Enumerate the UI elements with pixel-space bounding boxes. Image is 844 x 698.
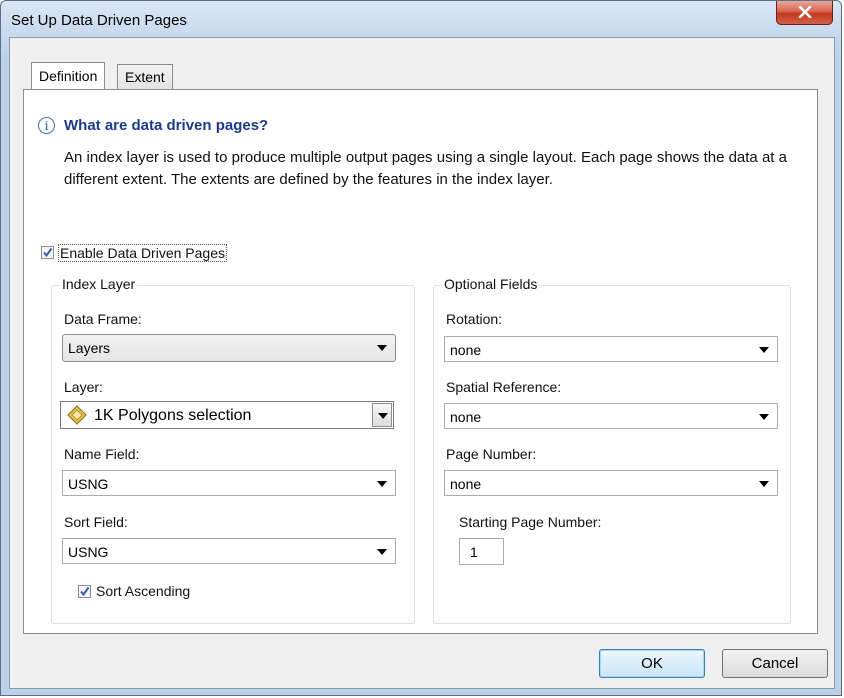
close-icon bbox=[798, 6, 812, 18]
window-title: Set Up Data Driven Pages bbox=[11, 12, 187, 29]
chevron-down-icon bbox=[378, 413, 388, 419]
page-number-label: Page Number: bbox=[446, 446, 537, 462]
enable-ddp-checkbox[interactable] bbox=[41, 246, 54, 259]
index-layer-group-label: Index Layer bbox=[60, 276, 138, 292]
tab-extent[interactable]: Extent bbox=[117, 64, 173, 89]
starting-page-number-input[interactable]: 1 bbox=[459, 538, 504, 565]
layer-select[interactable]: 1K Polygons selection bbox=[60, 401, 394, 429]
spatial-reference-label: Spatial Reference: bbox=[446, 379, 562, 395]
info-icon: i bbox=[38, 117, 55, 134]
chevron-down-icon bbox=[377, 345, 387, 351]
spatial-reference-select[interactable]: none bbox=[444, 403, 778, 429]
page-number-value: none bbox=[450, 476, 482, 492]
data-frame-select[interactable]: Layers bbox=[62, 334, 396, 362]
chevron-down-icon bbox=[759, 414, 769, 420]
sort-field-label: Sort Field: bbox=[64, 514, 128, 530]
name-field-label: Name Field: bbox=[64, 446, 140, 462]
title-bar[interactable]: Set Up Data Driven Pages bbox=[1, 1, 841, 37]
layer-value: 1K Polygons selection bbox=[94, 407, 252, 424]
info-title: What are data driven pages? bbox=[64, 117, 269, 134]
spatial-reference-value: none bbox=[450, 409, 482, 425]
rotation-value: none bbox=[450, 342, 482, 358]
enable-ddp-label[interactable]: Enable Data Driven Pages bbox=[58, 244, 227, 262]
checkmark-icon bbox=[43, 247, 53, 258]
chevron-down-icon bbox=[377, 481, 387, 487]
sort-field-value: USNG bbox=[68, 544, 109, 560]
optional-fields-group-label: Optional Fields bbox=[442, 276, 540, 292]
name-field-select[interactable]: USNG bbox=[62, 470, 396, 496]
cancel-button[interactable]: Cancel bbox=[722, 649, 828, 678]
starting-page-number-value: 1 bbox=[470, 544, 478, 560]
rotation-label: Rotation: bbox=[446, 311, 503, 327]
polygon-layer-icon bbox=[67, 405, 87, 425]
tab-definition[interactable]: Definition bbox=[31, 62, 106, 89]
page-number-select[interactable]: none bbox=[444, 470, 778, 496]
sort-ascending-checkbox[interactable] bbox=[78, 585, 91, 598]
layer-dropdown-button[interactable] bbox=[372, 403, 392, 427]
chevron-down-icon bbox=[377, 549, 387, 555]
sort-ascending-label: Sort Ascending bbox=[96, 583, 191, 599]
rotation-select[interactable]: none bbox=[444, 336, 778, 362]
layer-label: Layer: bbox=[64, 379, 103, 395]
checkmark-icon bbox=[80, 586, 90, 597]
data-frame-value: Layers bbox=[68, 340, 111, 356]
chevron-down-icon bbox=[759, 347, 769, 353]
data-frame-label: Data Frame: bbox=[64, 311, 142, 327]
chevron-down-icon bbox=[759, 481, 769, 487]
name-field-value: USNG bbox=[68, 476, 109, 492]
ok-button[interactable]: OK bbox=[599, 649, 705, 678]
sort-field-select[interactable]: USNG bbox=[62, 538, 396, 564]
close-button[interactable] bbox=[776, 1, 833, 25]
starting-page-number-label: Starting Page Number: bbox=[459, 514, 602, 530]
info-description: An index layer is used to produce multip… bbox=[64, 149, 787, 188]
